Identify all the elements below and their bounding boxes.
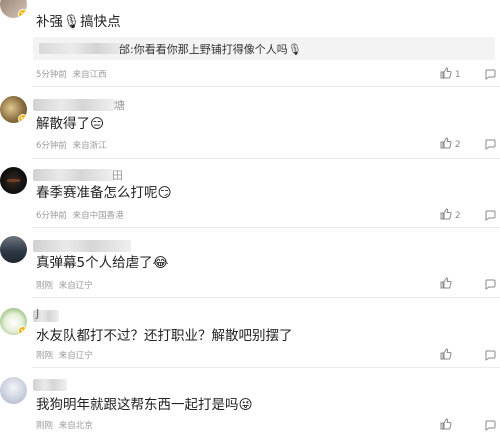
- thumbs-up-icon: [440, 137, 452, 149]
- like-button[interactable]: [440, 348, 452, 361]
- comment-location: 来自中国香港: [72, 211, 124, 221]
- comment-item: v J 水友队都打不过？还打职业？解散吧别摆了 刚刚 来自辽宁: [0, 301, 500, 369]
- like-button[interactable]: 2: [440, 137, 461, 150]
- avatar[interactable]: v: [0, 308, 27, 335]
- divider: [32, 297, 500, 298]
- comment-text: 我狗明年就跟这帮东西一起打是吗😜: [36, 397, 253, 413]
- comment-text: 补强🎙搞快点: [36, 14, 121, 30]
- comment-actions: 2: [440, 137, 500, 151]
- comment-meta: 刚刚 来自辽宁: [36, 349, 93, 361]
- username-blurred[interactable]: [33, 379, 67, 391]
- comment-item: 真弹幕5个人给虐了😂 刚刚 来自辽宁: [0, 233, 500, 301]
- quoted-username-blurred: [39, 43, 121, 54]
- divider: [32, 227, 500, 228]
- comment-icon[interactable]: [484, 209, 496, 221]
- thumbs-up-icon: [440, 277, 452, 289]
- comment-actions: 2: [440, 208, 500, 222]
- comment-meta: 6分钟前 来自浙江: [36, 139, 107, 151]
- comment-icon[interactable]: [484, 349, 496, 361]
- username-blurred[interactable]: [33, 99, 115, 111]
- comment-time: 5分钟前: [36, 70, 67, 80]
- thumbs-up-icon: [440, 208, 452, 220]
- avatar[interactable]: v: [0, 0, 27, 18]
- verified-badge-icon: v: [18, 326, 27, 335]
- comment-location: 来自辽宁: [58, 351, 93, 361]
- divider: [32, 86, 500, 87]
- like-count: 2: [454, 140, 461, 150]
- like-button[interactable]: 1: [440, 67, 461, 80]
- username-tail: J: [36, 307, 40, 320]
- avatar[interactable]: [0, 167, 27, 194]
- verified-badge-icon: v: [18, 9, 27, 18]
- comment-meta: 刚刚 来自北京: [36, 419, 93, 431]
- thumbs-up-icon: [440, 348, 452, 360]
- username-tail: 田: [112, 169, 123, 182]
- verified-badge-icon: v: [18, 114, 27, 123]
- comment-item: 田 春季赛准备怎么打呢😏 6分钟前 来自中国香港 2: [0, 163, 500, 233]
- avatar-glow: [7, 179, 20, 182]
- avatar[interactable]: [0, 236, 27, 263]
- comment-actions: [440, 348, 500, 362]
- comment-item: v 补强🎙搞快点 邰:你看看你那上野铺打得像个人吗🎙 5分钟前 来自江西 1: [0, 0, 500, 90]
- divider: [32, 367, 500, 368]
- comment-time: 刚刚: [36, 421, 54, 431]
- username-blurred[interactable]: [33, 240, 131, 252]
- avatar[interactable]: v: [0, 96, 27, 123]
- comment-location: 来自江西: [72, 70, 107, 80]
- username-blurred[interactable]: [33, 169, 113, 181]
- comment-actions: 1: [440, 67, 500, 81]
- comment-time: 6分钟前: [36, 141, 67, 151]
- comment-icon[interactable]: [484, 138, 496, 150]
- divider: [32, 158, 500, 159]
- comment-icon[interactable]: [484, 68, 496, 80]
- avatar[interactable]: [0, 377, 27, 404]
- like-button[interactable]: [440, 418, 452, 431]
- like-count: 2: [454, 211, 461, 221]
- comment-location: 来自浙江: [72, 141, 107, 151]
- thumbs-up-icon: [440, 418, 452, 430]
- thumbs-up-icon: [440, 67, 452, 79]
- comment-location: 来自辽宁: [58, 281, 93, 291]
- username-tail: 塘: [114, 99, 125, 112]
- quoted-text: 邰:你看看你那上野铺打得像个人吗🎙: [119, 43, 302, 56]
- like-button[interactable]: [440, 277, 452, 290]
- comment-time: 刚刚: [36, 281, 54, 291]
- comment-icon[interactable]: [484, 278, 496, 290]
- like-button[interactable]: 2: [440, 208, 461, 221]
- quoted-reply[interactable]: 邰:你看看你那上野铺打得像个人吗🎙: [33, 37, 495, 60]
- comment-meta: 刚刚 来自辽宁: [36, 279, 93, 291]
- comment-text: 水友队都打不过？还打职业？解散吧别摆了: [36, 328, 293, 344]
- comment-icon[interactable]: [484, 419, 496, 431]
- comment-item: 我狗明年就跟这帮东西一起打是吗😜 刚刚 来自北京: [0, 369, 500, 440]
- comment-actions: [440, 418, 500, 432]
- comment-time: 刚刚: [36, 351, 54, 361]
- comment-meta: 5分钟前 来自江西: [36, 68, 107, 80]
- comment-meta: 6分钟前 来自中国香港: [36, 209, 124, 221]
- comment-text: 解散得了😑: [36, 116, 105, 132]
- comment-location: 来自北京: [58, 421, 93, 431]
- comment-text: 春季赛准备怎么打呢😏: [36, 185, 172, 201]
- comment-item: v 塘 解散得了😑 6分钟前 来自浙江 2: [0, 90, 500, 163]
- comment-text: 真弹幕5个人给虐了😂: [36, 255, 169, 271]
- comment-time: 6分钟前: [36, 211, 67, 221]
- like-count: 1: [454, 70, 461, 80]
- comment-actions: [440, 277, 500, 291]
